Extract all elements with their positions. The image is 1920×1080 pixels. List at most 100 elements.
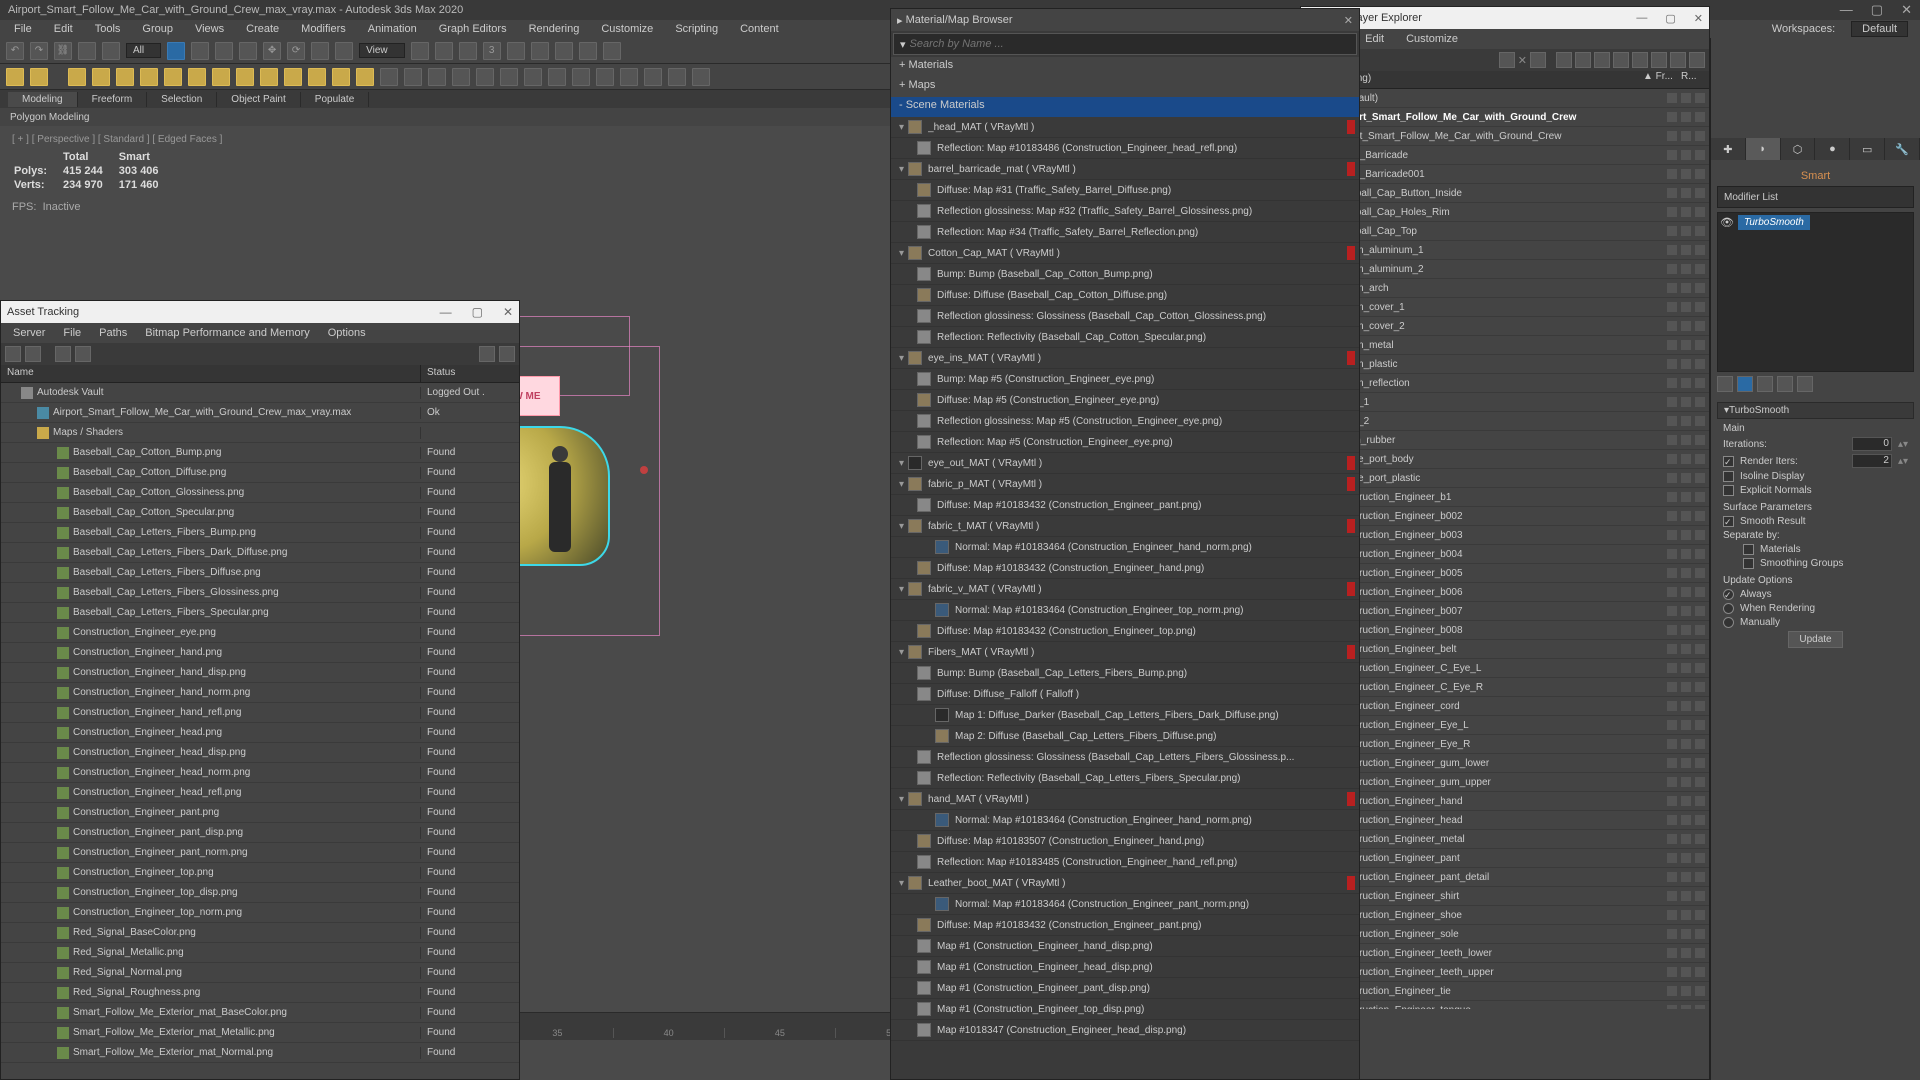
asset-menu-item[interactable]: Bitmap Performance and Memory xyxy=(137,326,317,340)
asset-menu-item[interactable]: File xyxy=(55,326,89,340)
render3-icon[interactable] xyxy=(428,68,446,86)
layer-min-icon[interactable]: — xyxy=(1636,12,1647,25)
light8-icon[interactable] xyxy=(236,68,254,86)
config-icon[interactable] xyxy=(1797,376,1813,392)
mat-row[interactable]: Map #1018347 (Construction_Engineer_head… xyxy=(891,1020,1359,1041)
mat-row[interactable]: Reflection: Map #10183486 (Construction_… xyxy=(891,138,1359,159)
menu-views[interactable]: Views xyxy=(185,22,234,36)
layer-row[interactable]: ▸Construction_Engineer_teeth_lower xyxy=(1301,944,1709,963)
display-tab[interactable]: ▭ xyxy=(1850,138,1885,160)
light10-icon[interactable] xyxy=(284,68,302,86)
layer-row[interactable]: ▸Construction_Engineer_hand xyxy=(1301,792,1709,811)
layer-row[interactable]: ▸bottom_reflection xyxy=(1301,374,1709,393)
asset-row[interactable]: Construction_Engineer_top.pngFound xyxy=(1,863,519,883)
mat-row[interactable]: Bump: Bump (Baseball_Cap_Cotton_Bump.png… xyxy=(891,264,1359,285)
layer-row[interactable]: ▸Airport_Smart_Follow_Me_Car_with_Ground… xyxy=(1301,127,1709,146)
create-icon[interactable] xyxy=(6,68,24,86)
layer-row[interactable]: ▸Construction_Engineer_tongue xyxy=(1301,1001,1709,1009)
layer-row[interactable]: ▸Construction_Engineer_gum_upper xyxy=(1301,773,1709,792)
workspace-dropdown[interactable]: Default xyxy=(1851,21,1908,37)
layer-t10-icon[interactable] xyxy=(1689,52,1705,68)
motion-tab[interactable]: ● xyxy=(1815,138,1850,160)
modifier-item[interactable]: TurboSmooth xyxy=(1738,215,1810,230)
layer-row[interactable]: ▸bottom_metal xyxy=(1301,336,1709,355)
render13-icon[interactable] xyxy=(668,68,686,86)
menu-rendering[interactable]: Rendering xyxy=(519,22,590,36)
render2-icon[interactable] xyxy=(404,68,422,86)
hierarchy-tab[interactable]: ⬡ xyxy=(1781,138,1816,160)
layer-row[interactable]: ▸brake_1 xyxy=(1301,393,1709,412)
show-end-icon[interactable] xyxy=(1737,376,1753,392)
layer-row[interactable]: ▸charge_port_plastic xyxy=(1301,469,1709,488)
mat-row[interactable]: Reflection: Map #34 (Traffic_Safety_Barr… xyxy=(891,222,1359,243)
mat-row[interactable]: Map 1: Diffuse_Darker (Baseball_Cap_Lett… xyxy=(891,705,1359,726)
mat-row[interactable]: Reflection: Reflectivity (Baseball_Cap_L… xyxy=(891,768,1359,789)
modifier-list-dropdown[interactable]: Modifier List xyxy=(1717,186,1914,208)
asset-row[interactable]: Baseball_Cap_Letters_Fibers_Dark_Diffuse… xyxy=(1,543,519,563)
asset-row[interactable]: Construction_Engineer_pant_disp.pngFound xyxy=(1,823,519,843)
menu-create[interactable]: Create xyxy=(236,22,289,36)
asset-row[interactable]: Construction_Engineer_pant.pngFound xyxy=(1,803,519,823)
window-crossing-icon[interactable] xyxy=(239,42,257,60)
asset-col-name[interactable]: Name xyxy=(1,365,421,382)
light4-icon[interactable] xyxy=(140,68,158,86)
keymode-icon[interactable] xyxy=(459,42,477,60)
utilities-tab[interactable]: 🔧 xyxy=(1885,138,1920,160)
mat-row[interactable]: ▾fabric_v_MAT ( VRayMtl ) xyxy=(891,579,1359,600)
modify-tab[interactable]: ◗ xyxy=(1746,138,1781,160)
asset-row[interactable]: Baseball_Cap_Letters_Fibers_Bump.pngFoun… xyxy=(1,523,519,543)
light5-icon[interactable] xyxy=(164,68,182,86)
light6-icon[interactable] xyxy=(188,68,206,86)
layer-t6-icon[interactable] xyxy=(1613,52,1629,68)
layer-t4-icon[interactable] xyxy=(1575,52,1591,68)
asset-tool2-icon[interactable] xyxy=(25,346,41,362)
layer-row[interactable]: ▸Construction_Engineer_shirt xyxy=(1301,887,1709,906)
asset-row[interactable]: Baseball_Cap_Letters_Fibers_Specular.png… xyxy=(1,603,519,623)
mat-row[interactable]: Diffuse: Diffuse_Falloff ( Falloff ) xyxy=(891,684,1359,705)
mat-row[interactable]: Reflection glossiness: Glossiness (Baseb… xyxy=(891,747,1359,768)
pin-stack-icon[interactable] xyxy=(1717,376,1733,392)
mat-row[interactable]: Map #1 (Construction_Engineer_head_disp.… xyxy=(891,957,1359,978)
mat-row[interactable]: ▾barrel_barricade_mat ( VRayMtl ) xyxy=(891,159,1359,180)
link-icon[interactable]: ⛓ xyxy=(54,42,72,60)
render7-icon[interactable] xyxy=(524,68,542,86)
layer-titlebar[interactable]: xplorer - Layer Explorer —▢✕ xyxy=(1301,7,1709,29)
mat-row[interactable]: Diffuse: Map #10183432 (Construction_Eng… xyxy=(891,558,1359,579)
asset-row[interactable]: Airport_Smart_Follow_Me_Car_with_Ground_… xyxy=(1,403,519,423)
smooth-result-check[interactable] xyxy=(1723,516,1734,527)
select-name-icon[interactable] xyxy=(191,42,209,60)
unique-icon[interactable] xyxy=(1757,376,1773,392)
update-button[interactable]: Update xyxy=(1788,631,1842,648)
layer-row[interactable]: ▸Construction_Engineer_belt xyxy=(1301,640,1709,659)
layer-t9-icon[interactable] xyxy=(1670,52,1686,68)
mat-scene-materials[interactable]: - Scene Materials xyxy=(891,97,1359,117)
asset-titlebar[interactable]: Asset Tracking —▢✕ xyxy=(1,301,519,323)
render8-icon[interactable] xyxy=(548,68,566,86)
layer-t8-icon[interactable] xyxy=(1651,52,1667,68)
mat-cat-materials[interactable]: + Materials xyxy=(891,57,1359,77)
rollout-turbosmooth[interactable]: ▾ TurboSmooth xyxy=(1717,402,1914,419)
layer-row[interactable]: ▸brake_2 xyxy=(1301,412,1709,431)
layer-t7-icon[interactable] xyxy=(1632,52,1648,68)
asset-close-icon[interactable]: ✕ xyxy=(503,305,513,319)
render11-icon[interactable] xyxy=(620,68,638,86)
layer-row[interactable]: ▸Construction_Engineer_b002 xyxy=(1301,507,1709,526)
menu-file[interactable]: File xyxy=(4,22,42,36)
asset-row[interactable]: Construction_Engineer_top_norm.pngFound xyxy=(1,903,519,923)
iterations-spinner[interactable]: 0 xyxy=(1852,437,1892,451)
render4-icon[interactable] xyxy=(452,68,470,86)
mat-row[interactable]: Normal: Map #10183464 (Construction_Engi… xyxy=(891,537,1359,558)
mat-row[interactable]: ▾eye_ins_MAT ( VRayMtl ) xyxy=(891,348,1359,369)
render14-icon[interactable] xyxy=(692,68,710,86)
light3-icon[interactable] xyxy=(116,68,134,86)
mat-row[interactable]: Normal: Map #10183464 (Construction_Engi… xyxy=(891,600,1359,621)
layer-menu-item[interactable]: Edit xyxy=(1355,32,1394,46)
crew-figure[interactable] xyxy=(540,446,580,626)
light13-icon[interactable] xyxy=(356,68,374,86)
light11-icon[interactable] xyxy=(308,68,326,86)
light12-icon[interactable] xyxy=(332,68,350,86)
ribbon-tab-selection[interactable]: Selection xyxy=(147,92,217,107)
layer-row[interactable]: ▸Construction_Engineer_b007 xyxy=(1301,602,1709,621)
layer-row[interactable]: ▸Construction_Engineer_head xyxy=(1301,811,1709,830)
layer-menu-item[interactable]: Customize xyxy=(1396,32,1468,46)
